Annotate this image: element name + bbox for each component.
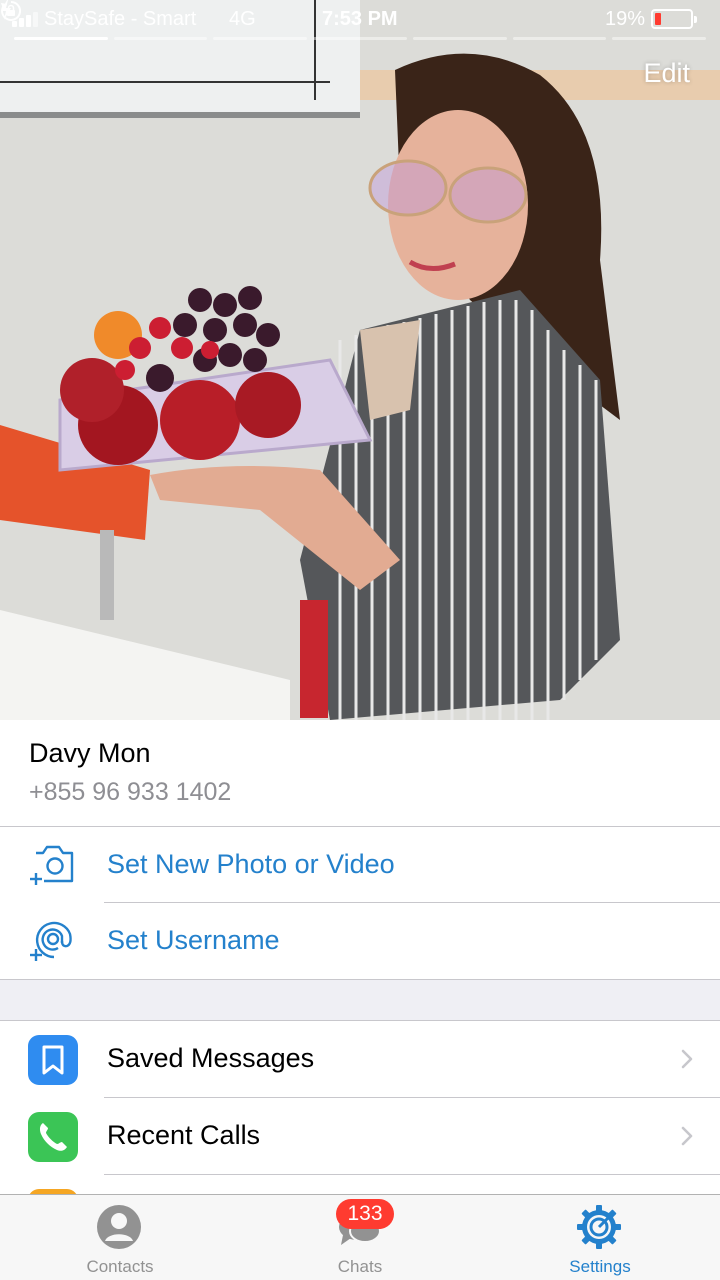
chevron-right-icon [681, 1126, 693, 1146]
bookmark-icon [42, 1045, 64, 1075]
gear-icon [577, 1205, 621, 1249]
saved-messages-tile [28, 1035, 78, 1085]
phone-icon [39, 1123, 67, 1151]
settings-screen: StaySafe - Smart 4G 7:53 PM 19% Edit Dav… [0, 0, 720, 1280]
recent-calls-tile [28, 1112, 78, 1162]
saved-messages-row[interactable]: Saved Messages [0, 1021, 720, 1098]
photo-progress-segment [313, 37, 407, 40]
recent-calls-row[interactable]: Recent Calls [0, 1098, 720, 1175]
charging-bolt-icon [1, 0, 11, 20]
profile-photo[interactable]: StaySafe - Smart 4G 7:53 PM 19% Edit [0, 0, 720, 720]
tab-contacts-label: Contacts [86, 1257, 154, 1276]
battery-percent: 19% [605, 8, 646, 30]
set-username-label: Set Username [107, 925, 280, 955]
clock: 7:53 PM [322, 8, 398, 30]
profile-actions: Set New Photo or Video Set Username [0, 827, 720, 980]
photo-progress-segment [113, 37, 208, 40]
profile-name: Davy Mon [29, 738, 151, 768]
tab-chats-label: Chats [337, 1257, 383, 1276]
photo-progress-segment [612, 37, 706, 40]
photo-progress-segment [412, 37, 507, 40]
battery-icon [651, 9, 697, 29]
tab-settings[interactable]: Settings [480, 1195, 720, 1280]
edit-button[interactable]: Edit [643, 58, 690, 89]
profile-phone: +855 96 933 1402 [29, 778, 232, 806]
at-sign-add-icon [30, 921, 72, 961]
carrier-name: StaySafe - Smart [44, 8, 197, 30]
recent-calls-label: Recent Calls [107, 1120, 261, 1150]
photo-progress-bars [14, 37, 706, 41]
settings-list: Saved Messages Recent Calls [0, 1020, 720, 1239]
status-bar: StaySafe - Smart 4G 7:53 PM 19% [0, 0, 720, 40]
camera-add-icon [30, 845, 74, 885]
set-new-photo-label: Set New Photo or Video [107, 849, 395, 879]
set-username-button[interactable]: Set Username [0, 903, 720, 979]
photo-progress-segment [512, 37, 607, 40]
photo-progress-segment [14, 37, 108, 40]
chats-unread-badge: 133 [336, 1199, 394, 1229]
saved-messages-label: Saved Messages [107, 1043, 315, 1073]
tab-settings-label: Settings [569, 1257, 631, 1276]
tab-contacts[interactable]: Contacts [0, 1195, 240, 1280]
photo-progress-segment [213, 37, 308, 40]
profile-photo-image [0, 0, 720, 720]
network-type: 4G [229, 8, 256, 30]
set-new-photo-button[interactable]: Set New Photo or Video [0, 827, 720, 903]
profile-info: Davy Mon +855 96 933 1402 [0, 720, 720, 827]
chevron-right-icon [681, 1049, 693, 1069]
person-icon [97, 1205, 141, 1249]
